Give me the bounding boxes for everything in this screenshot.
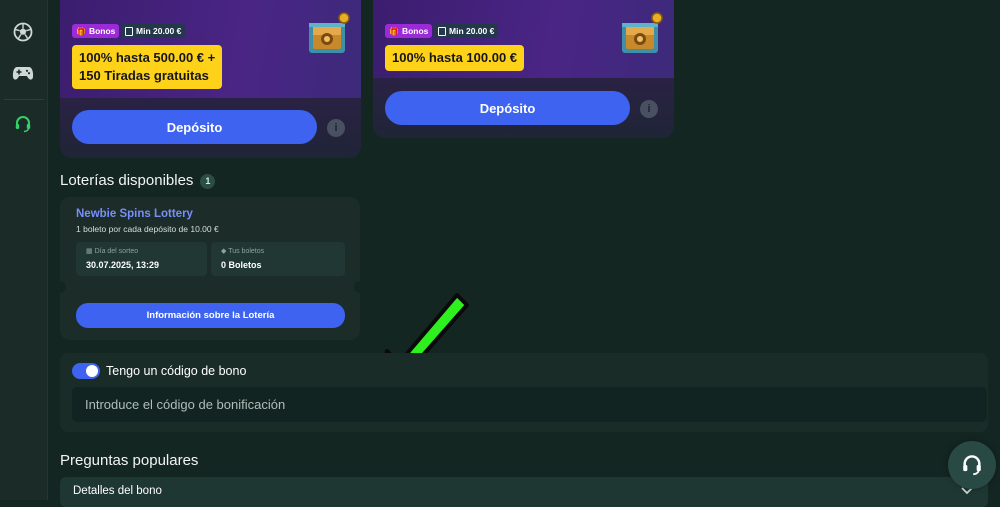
lottery-tickets-label-text: Tus boletos xyxy=(228,248,265,255)
promo-code-input[interactable] xyxy=(72,387,987,422)
lottery-draw-label: ▦ Día del sorteo xyxy=(86,247,138,255)
lotteries-title: Loterías disponibles xyxy=(60,172,194,189)
lottery-tickets-label: ◆ Tus boletos xyxy=(221,247,264,255)
lottery-subtitle: 1 boleto por cada depósito de 10.00 € xyxy=(76,224,219,234)
lottery-card-notch xyxy=(54,281,66,293)
toggle-knob xyxy=(86,365,98,377)
calendar-icon: ▦ xyxy=(86,248,95,255)
lotteries-count-badge: 1 xyxy=(200,173,216,189)
bonos-badge-label: Bonos xyxy=(401,26,429,36)
bonus-offer-text: 100% hasta 100.00 € xyxy=(385,45,525,71)
support-chat-button[interactable] xyxy=(948,441,996,489)
promo-code-panel: Tengo un código de bono xyxy=(60,353,988,432)
sidebar-divider xyxy=(4,99,44,100)
faq-title: Preguntas populares xyxy=(60,452,199,469)
min-deposit-label: Min 20.00 € xyxy=(136,26,182,36)
min-deposit-label: Min 20.00 € xyxy=(449,26,495,36)
min-deposit-badge: Min 20.00 € xyxy=(121,24,186,38)
faq-item[interactable]: Detalles del bono xyxy=(60,477,988,507)
gamepad-icon[interactable] xyxy=(12,62,34,84)
lottery-draw-label-text: Día del sorteo xyxy=(94,248,139,255)
lottery-card: Newbie Spins Lottery 1 boleto por cada d… xyxy=(54,197,366,340)
treasure-chest-icon xyxy=(309,12,350,53)
lottery-tickets-value: 0 Boletos xyxy=(221,260,262,270)
bonos-badge: 🎁 Bonos xyxy=(72,24,120,38)
info-icon[interactable]: i xyxy=(640,100,658,118)
bonus-offer-line: 100% hasta 100.00 € xyxy=(392,50,518,65)
bonus-offer-line: 100% hasta 500.00 € + xyxy=(79,50,216,65)
bonus-card: 🎁 Bonos Min 20.00 € 100% hasta 500.00 € … xyxy=(60,0,361,158)
bonus-offer-text: 100% hasta 500.00 € + 150 Tiradas gratui… xyxy=(72,45,223,89)
bonos-badge-label: Bonos xyxy=(88,26,116,36)
headset-icon xyxy=(963,455,981,476)
lottery-tickets-box: ◆ Tus boletos 0 Boletos xyxy=(211,242,345,276)
wallet-icon xyxy=(125,26,133,36)
bonos-badge: 🎁 Bonos xyxy=(385,24,433,38)
min-deposit-badge: Min 20.00 € xyxy=(434,24,499,38)
lottery-info-button[interactable]: Información sobre la Lotería xyxy=(76,303,345,328)
bonus-card: 🎁 Bonos Min 20.00 € 100% hasta 100.00 € … xyxy=(373,0,674,138)
deposit-button[interactable]: Depósito xyxy=(385,91,630,125)
lottery-draw-value: 30.07.2025, 13:29 xyxy=(86,260,160,270)
soccer-ball-icon[interactable] xyxy=(12,21,34,43)
info-icon[interactable]: i xyxy=(327,119,345,137)
sidebar xyxy=(0,0,48,500)
headset-icon[interactable] xyxy=(12,113,34,135)
deposit-button[interactable]: Depósito xyxy=(72,110,317,144)
promo-code-toggle-label: Tengo un código de bono xyxy=(106,364,247,378)
treasure-chest-icon xyxy=(622,12,663,53)
wallet-icon xyxy=(438,26,446,36)
lottery-draw-date-box: ▦ Día del sorteo 30.07.2025, 13:29 xyxy=(76,242,207,276)
bonus-offer-line: 150 Tiradas gratuitas xyxy=(79,68,209,83)
lottery-name: Newbie Spins Lottery xyxy=(76,208,193,220)
faq-item-label: Detalles del bono xyxy=(73,485,162,497)
gift-icon: 🎁 xyxy=(389,26,399,36)
promo-code-toggle[interactable] xyxy=(72,363,100,379)
gift-icon: 🎁 xyxy=(76,26,86,36)
lotteries-section-title: Loterías disponibles 1 xyxy=(60,172,216,189)
